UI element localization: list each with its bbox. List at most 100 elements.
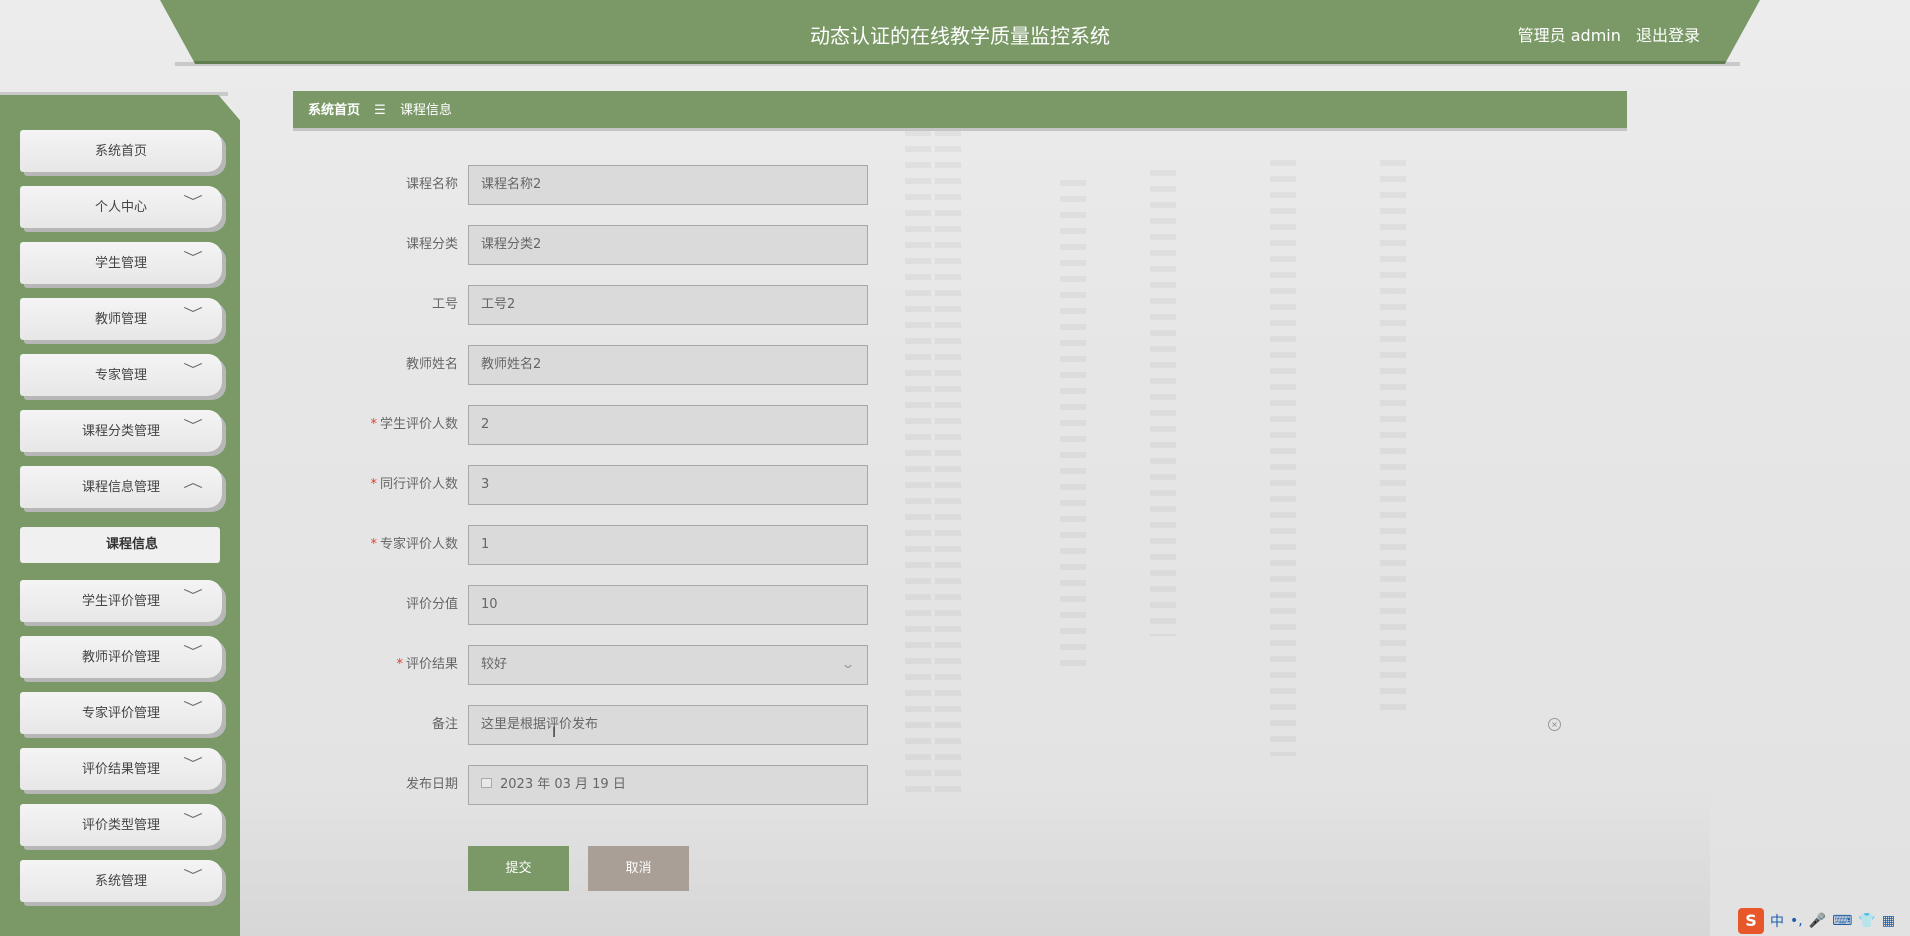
sogou-logo-icon[interactable]: S [1738,908,1764,934]
sidebar-item-label: 课程信息管理 [81,480,160,495]
field-label-text: 工号 [431,297,458,312]
field-label-text: 课程分类 [405,237,458,252]
breadcrumb-current: 课程信息 [399,103,452,118]
sidebar-item-label: 学生评价管理 [81,594,160,609]
chevron-down-icon: ﹀ [183,869,203,885]
form-row: * 学生评价人数 2 [290,405,870,447]
field-label-text: 评价分值 [405,597,458,612]
evaluation-result-select[interactable]: 较好 ⌄ [468,645,868,685]
text-input[interactable]: 课程名称2 [468,165,868,205]
sidebar-item-label: 系统管理 [94,874,147,889]
sidebar-item-9[interactable]: 专家评价管理 ﹀ [20,692,222,734]
cancel-button[interactable]: 取消 [588,846,689,891]
sidebar-item-10[interactable]: 评价结果管理 ﹀ [20,748,222,790]
microphone-icon[interactable]: 🎤 [1809,913,1826,929]
chevron-down-icon: ﹀ [183,363,203,379]
top-header: 动态认证的在线教学质量监控系统 管理员 admin 退出登录 [160,0,1760,64]
form-row: * 同行评价人数 3 [290,465,870,507]
field-label: * 学生评价人数 [370,405,458,445]
field-label-text: 同行评价人数 [379,477,458,492]
skin-icon[interactable]: 👕 [1858,913,1875,929]
field-label: * 同行评价人数 [370,465,458,505]
submit-button[interactable]: 提交 [468,846,569,891]
required-mark: * [370,477,377,492]
sidebar-item-label: 课程分类管理 [81,424,160,439]
breadcrumb-separator-icon: ☰ [374,103,386,118]
sidebar-subitem-course-info[interactable]: 课程信息 [20,527,220,563]
chevron-down-icon: ﹀ [183,589,203,605]
field-label-text: 专家评价人数 [379,537,458,552]
field-label: * 专家评价人数 [370,525,458,565]
form-row: 课程名称 课程名称2 [290,165,870,207]
sidebar-item-label: 专家管理 [94,368,147,383]
user-area: 管理员 admin 退出登录 [1508,22,1700,46]
field-label: 工号 [432,285,458,325]
text-cursor-icon: I [552,725,557,741]
sidebar-item-0[interactable]: 系统首页 [20,130,222,172]
user-role-label: 管理员 admin [1517,26,1621,45]
form-row: 发布日期 2023 年 03 月 19 日 [290,765,870,807]
form-row: 评价分值 10 [290,585,870,627]
sidebar-item-1[interactable]: 个人中心 ﹀ [20,186,222,228]
form-row: 工号 工号2 [290,285,870,327]
calendar-icon [481,777,492,788]
chevron-down-icon: ﹀ [183,813,203,829]
sidebar-item-8[interactable]: 教师评价管理 ﹀ [20,636,222,678]
chevron-down-icon: ﹀ [183,251,203,267]
form-row: * 专家评价人数 1 [290,525,870,567]
field-label-text: 学生评价人数 [379,417,458,432]
select-value: 较好 [481,657,508,672]
keyboard-icon[interactable]: ⌨ [1832,913,1852,929]
field-label: * 评价结果 [396,645,458,685]
text-input[interactable]: 2 [468,405,868,445]
sidebar-item-12[interactable]: 系统管理 ﹀ [20,860,222,902]
text-input[interactable]: 教师姓名2 [468,345,868,385]
breadcrumb: 系统首页 ☰ 课程信息 [293,91,1627,131]
grid-icon[interactable]: ▦ [1882,913,1895,929]
text-input[interactable]: 这里是根据评价发布 [468,705,868,745]
sidebar-item-label: 个人中心 [94,200,147,215]
sidebar-item-11[interactable]: 评价类型管理 ﹀ [20,804,222,846]
sidebar-item-4[interactable]: 专家管理 ﹀ [20,354,222,396]
field-label: 课程分类 [406,225,458,265]
form-row: 教师姓名 教师姓名2 [290,345,870,387]
required-mark: * [370,537,377,552]
ime-lang-toggle[interactable]: 中 [1770,911,1784,931]
text-input[interactable]: 工号2 [468,285,868,325]
sidebar-item-2[interactable]: 学生管理 ﹀ [20,242,222,284]
logout-link[interactable]: 退出登录 [1636,26,1700,45]
sidebar-item-label: 评价结果管理 [81,762,160,777]
form-row: 课程分类 课程分类2 [290,225,870,267]
ime-punct-icon[interactable]: •, [1790,913,1803,929]
sidebar-item-7[interactable]: 学生评价管理 ﹀ [20,580,222,622]
text-input[interactable]: 课程分类2 [468,225,868,265]
publish-date-input[interactable]: 2023 年 03 月 19 日 [468,765,868,805]
field-label: 备注 [432,705,458,745]
breadcrumb-home[interactable]: 系统首页 [308,103,360,118]
date-value: 2023 年 03 月 19 日 [500,777,626,792]
required-mark: * [396,657,403,672]
chevron-down-icon: ⌄ [840,657,856,671]
sidebar-item-label: 专家评价管理 [81,706,160,721]
form-row: * 评价结果 较好 ⌄ [290,645,870,687]
required-mark: * [370,417,377,432]
text-input[interactable]: 1 [468,525,868,565]
text-input[interactable]: 3 [468,465,868,505]
sidebar-item-5[interactable]: 课程分类管理 ﹀ [20,410,222,452]
field-label: 课程名称 [406,165,458,205]
field-label: 发布日期 [406,765,458,805]
chevron-down-icon: ﹀ [183,195,203,211]
background-decoration [0,0,1910,936]
chevron-down-icon: ﹀ [183,419,203,435]
chevron-down-icon: ﹀ [183,307,203,323]
sidebar-item-label: 系统首页 [94,144,147,159]
sidebar-item-6[interactable]: 课程信息管理 ︿ [20,466,222,508]
chevron-down-icon: ﹀ [183,757,203,773]
chevron-up-icon: ︿ [183,475,203,491]
clear-circle-icon[interactable]: × [1548,718,1561,731]
form-row: 备注 这里是根据评价发布 [290,705,870,747]
sidebar-item-3[interactable]: 教师管理 ﹀ [20,298,222,340]
field-label-text: 备注 [431,717,458,732]
text-input[interactable]: 10 [468,585,868,625]
sidebar-item-label: 评价类型管理 [81,818,160,833]
